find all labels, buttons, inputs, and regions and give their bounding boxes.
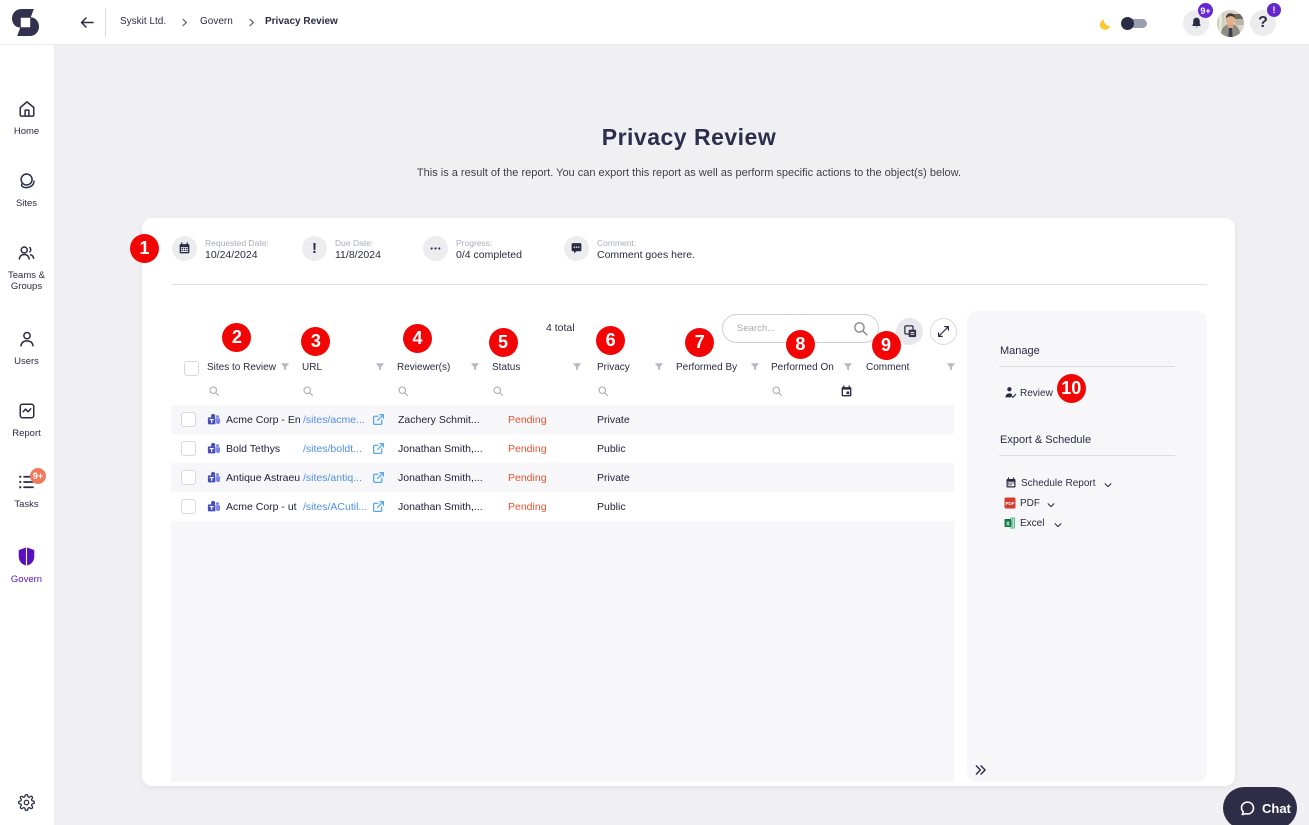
svg-text:PDF: PDF xyxy=(1006,501,1015,506)
svg-text:X: X xyxy=(1006,521,1010,527)
